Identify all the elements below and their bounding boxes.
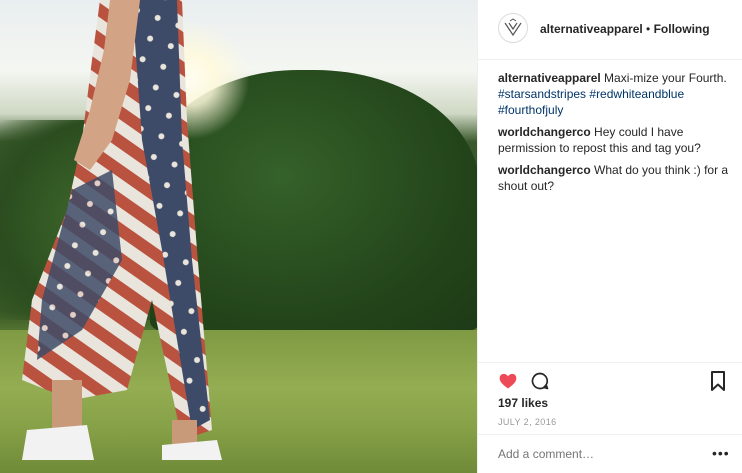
post-sidebar: alternativeapparel • Following alternati… <box>477 0 742 473</box>
likes-count[interactable]: 197 likes <box>498 396 548 410</box>
heart-icon[interactable] <box>498 371 518 391</box>
comment-item: worldchangerco What do you think :) for … <box>498 162 734 194</box>
comment-username[interactable]: worldchangerco <box>498 125 591 139</box>
comment-username[interactable]: worldchangerco <box>498 163 591 177</box>
follow-status-button[interactable]: Following <box>654 22 710 36</box>
header-username[interactable]: alternativeapparel <box>540 22 643 36</box>
hashtag-link[interactable]: #fourthofjuly <box>498 103 563 117</box>
hashtag-link[interactable]: #starsandstripes <box>498 87 586 101</box>
bookmark-icon[interactable] <box>710 371 726 391</box>
more-options-icon[interactable]: ••• <box>712 445 730 461</box>
caption-username[interactable]: alternativeapparel <box>498 71 601 85</box>
header-separator: • <box>642 22 654 36</box>
post-date: JULY 2, 2016 <box>498 417 557 427</box>
add-comment-input[interactable] <box>498 447 698 461</box>
action-bar <box>478 362 742 391</box>
add-comment-bar: ••• <box>478 434 742 473</box>
header-line: alternativeapparel • Following <box>540 22 710 36</box>
comments-list: alternativeapparel Maxi-mize your Fourth… <box>498 70 734 200</box>
hashtag-link[interactable]: #redwhiteandblue <box>589 87 684 101</box>
post-header: alternativeapparel • Following <box>478 0 742 60</box>
instagram-post: alternativeapparel • Following alternati… <box>0 0 742 473</box>
caption: alternativeapparel Maxi-mize your Fourth… <box>498 70 734 118</box>
photo-dress-figure <box>22 0 222 460</box>
post-photo[interactable] <box>0 0 477 473</box>
comment-item: worldchangerco Hey could I have permissi… <box>498 124 734 156</box>
comment-icon[interactable] <box>530 371 550 391</box>
caption-text: Maxi-mize your Fourth. <box>600 71 727 85</box>
brand-logo-icon[interactable] <box>498 13 528 43</box>
